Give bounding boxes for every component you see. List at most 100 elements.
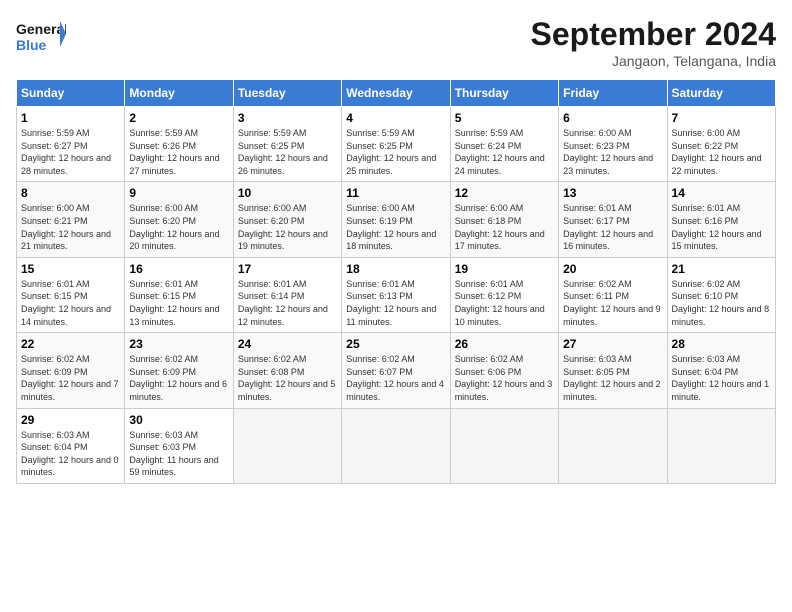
day-number: 11 [346,186,445,200]
day-info: Sunrise: 6:02 AM Sunset: 6:06 PM Dayligh… [455,353,554,403]
calendar-day-cell: 6 Sunrise: 6:00 AM Sunset: 6:23 PM Dayli… [559,107,667,182]
location: Jangaon, Telangana, India [531,53,776,69]
day-info: Sunrise: 5:59 AM Sunset: 6:25 PM Dayligh… [346,127,445,177]
calendar-day-cell: 10 Sunrise: 6:00 AM Sunset: 6:20 PM Dayl… [233,182,341,257]
day-info: Sunrise: 6:03 AM Sunset: 6:04 PM Dayligh… [672,353,771,403]
month-title: September 2024 [531,16,776,53]
calendar-day-cell: 17 Sunrise: 6:01 AM Sunset: 6:14 PM Dayl… [233,257,341,332]
day-number: 15 [21,262,120,276]
calendar-day-cell: 11 Sunrise: 6:00 AM Sunset: 6:19 PM Dayl… [342,182,450,257]
calendar-week-row: 15 Sunrise: 6:01 AM Sunset: 6:15 PM Dayl… [17,257,776,332]
day-info: Sunrise: 6:00 AM Sunset: 6:18 PM Dayligh… [455,202,554,252]
day-info: Sunrise: 6:00 AM Sunset: 6:22 PM Dayligh… [672,127,771,177]
calendar-day-cell: 19 Sunrise: 6:01 AM Sunset: 6:12 PM Dayl… [450,257,558,332]
calendar-day-cell: 23 Sunrise: 6:02 AM Sunset: 6:09 PM Dayl… [125,333,233,408]
day-number: 6 [563,111,662,125]
calendar-day-cell: 30 Sunrise: 6:03 AM Sunset: 6:03 PM Dayl… [125,408,233,483]
day-number: 7 [672,111,771,125]
calendar-day-cell: 25 Sunrise: 6:02 AM Sunset: 6:07 PM Dayl… [342,333,450,408]
calendar-week-row: 29 Sunrise: 6:03 AM Sunset: 6:04 PM Dayl… [17,408,776,483]
day-number: 22 [21,337,120,351]
calendar-day-cell: 1 Sunrise: 5:59 AM Sunset: 6:27 PM Dayli… [17,107,125,182]
calendar-week-row: 22 Sunrise: 6:02 AM Sunset: 6:09 PM Dayl… [17,333,776,408]
day-number: 13 [563,186,662,200]
calendar-day-cell: 26 Sunrise: 6:02 AM Sunset: 6:06 PM Dayl… [450,333,558,408]
calendar-day-cell: 5 Sunrise: 5:59 AM Sunset: 6:24 PM Dayli… [450,107,558,182]
calendar-day-cell: 22 Sunrise: 6:02 AM Sunset: 6:09 PM Dayl… [17,333,125,408]
day-number: 17 [238,262,337,276]
calendar-day-cell: 21 Sunrise: 6:02 AM Sunset: 6:10 PM Dayl… [667,257,775,332]
calendar-day-cell: 2 Sunrise: 5:59 AM Sunset: 6:26 PM Dayli… [125,107,233,182]
day-info: Sunrise: 6:00 AM Sunset: 6:21 PM Dayligh… [21,202,120,252]
day-info: Sunrise: 6:01 AM Sunset: 6:13 PM Dayligh… [346,278,445,328]
day-info: Sunrise: 6:01 AM Sunset: 6:15 PM Dayligh… [129,278,228,328]
day-info: Sunrise: 6:02 AM Sunset: 6:10 PM Dayligh… [672,278,771,328]
calendar-day-cell: 4 Sunrise: 5:59 AM Sunset: 6:25 PM Dayli… [342,107,450,182]
day-info: Sunrise: 6:02 AM Sunset: 6:08 PM Dayligh… [238,353,337,403]
day-number: 24 [238,337,337,351]
calendar-day-cell: 24 Sunrise: 6:02 AM Sunset: 6:08 PM Dayl… [233,333,341,408]
day-number: 16 [129,262,228,276]
calendar-day-cell: 27 Sunrise: 6:03 AM Sunset: 6:05 PM Dayl… [559,333,667,408]
day-info: Sunrise: 6:00 AM Sunset: 6:19 PM Dayligh… [346,202,445,252]
day-info: Sunrise: 6:01 AM Sunset: 6:17 PM Dayligh… [563,202,662,252]
calendar-header-row: SundayMondayTuesdayWednesdayThursdayFrid… [17,80,776,107]
day-info: Sunrise: 6:00 AM Sunset: 6:20 PM Dayligh… [129,202,228,252]
calendar-day-cell: 29 Sunrise: 6:03 AM Sunset: 6:04 PM Dayl… [17,408,125,483]
day-info: Sunrise: 5:59 AM Sunset: 6:26 PM Dayligh… [129,127,228,177]
header: General Blue September 2024 Jangaon, Tel… [16,16,776,69]
day-number: 1 [21,111,120,125]
day-info: Sunrise: 6:02 AM Sunset: 6:09 PM Dayligh… [129,353,228,403]
day-number: 30 [129,413,228,427]
logo-svg: General Blue [16,16,66,61]
day-number: 27 [563,337,662,351]
day-number: 2 [129,111,228,125]
calendar-day-cell: 9 Sunrise: 6:00 AM Sunset: 6:20 PM Dayli… [125,182,233,257]
calendar-day-cell: 20 Sunrise: 6:02 AM Sunset: 6:11 PM Dayl… [559,257,667,332]
day-info: Sunrise: 6:02 AM Sunset: 6:11 PM Dayligh… [563,278,662,328]
calendar-table: SundayMondayTuesdayWednesdayThursdayFrid… [16,79,776,484]
day-number: 12 [455,186,554,200]
day-info: Sunrise: 6:01 AM Sunset: 6:12 PM Dayligh… [455,278,554,328]
calendar-day-cell: 13 Sunrise: 6:01 AM Sunset: 6:17 PM Dayl… [559,182,667,257]
day-number: 21 [672,262,771,276]
day-info: Sunrise: 6:00 AM Sunset: 6:23 PM Dayligh… [563,127,662,177]
day-number: 18 [346,262,445,276]
calendar-day-header: Friday [559,80,667,107]
calendar-day-cell [559,408,667,483]
calendar-day-cell [342,408,450,483]
day-number: 10 [238,186,337,200]
calendar-week-row: 1 Sunrise: 5:59 AM Sunset: 6:27 PM Dayli… [17,107,776,182]
calendar-day-cell: 28 Sunrise: 6:03 AM Sunset: 6:04 PM Dayl… [667,333,775,408]
day-info: Sunrise: 5:59 AM Sunset: 6:27 PM Dayligh… [21,127,120,177]
calendar-day-header: Thursday [450,80,558,107]
day-number: 8 [21,186,120,200]
calendar-day-header: Saturday [667,80,775,107]
title-area: September 2024 Jangaon, Telangana, India [531,16,776,69]
calendar-day-cell: 15 Sunrise: 6:01 AM Sunset: 6:15 PM Dayl… [17,257,125,332]
calendar-day-header: Wednesday [342,80,450,107]
calendar-week-row: 8 Sunrise: 6:00 AM Sunset: 6:21 PM Dayli… [17,182,776,257]
calendar-day-header: Tuesday [233,80,341,107]
calendar-day-cell: 3 Sunrise: 5:59 AM Sunset: 6:25 PM Dayli… [233,107,341,182]
day-info: Sunrise: 6:02 AM Sunset: 6:07 PM Dayligh… [346,353,445,403]
day-number: 4 [346,111,445,125]
day-number: 9 [129,186,228,200]
day-info: Sunrise: 6:02 AM Sunset: 6:09 PM Dayligh… [21,353,120,403]
logo: General Blue [16,16,66,61]
calendar-day-cell: 8 Sunrise: 6:00 AM Sunset: 6:21 PM Dayli… [17,182,125,257]
day-number: 20 [563,262,662,276]
day-number: 29 [21,413,120,427]
day-info: Sunrise: 6:03 AM Sunset: 6:05 PM Dayligh… [563,353,662,403]
day-info: Sunrise: 5:59 AM Sunset: 6:25 PM Dayligh… [238,127,337,177]
day-info: Sunrise: 6:01 AM Sunset: 6:15 PM Dayligh… [21,278,120,328]
calendar-day-cell: 18 Sunrise: 6:01 AM Sunset: 6:13 PM Dayl… [342,257,450,332]
calendar-day-cell [233,408,341,483]
day-info: Sunrise: 6:03 AM Sunset: 6:03 PM Dayligh… [129,429,228,479]
calendar-day-cell [450,408,558,483]
calendar-day-header: Sunday [17,80,125,107]
calendar-day-cell [667,408,775,483]
day-info: Sunrise: 6:00 AM Sunset: 6:20 PM Dayligh… [238,202,337,252]
day-info: Sunrise: 6:01 AM Sunset: 6:14 PM Dayligh… [238,278,337,328]
day-number: 5 [455,111,554,125]
